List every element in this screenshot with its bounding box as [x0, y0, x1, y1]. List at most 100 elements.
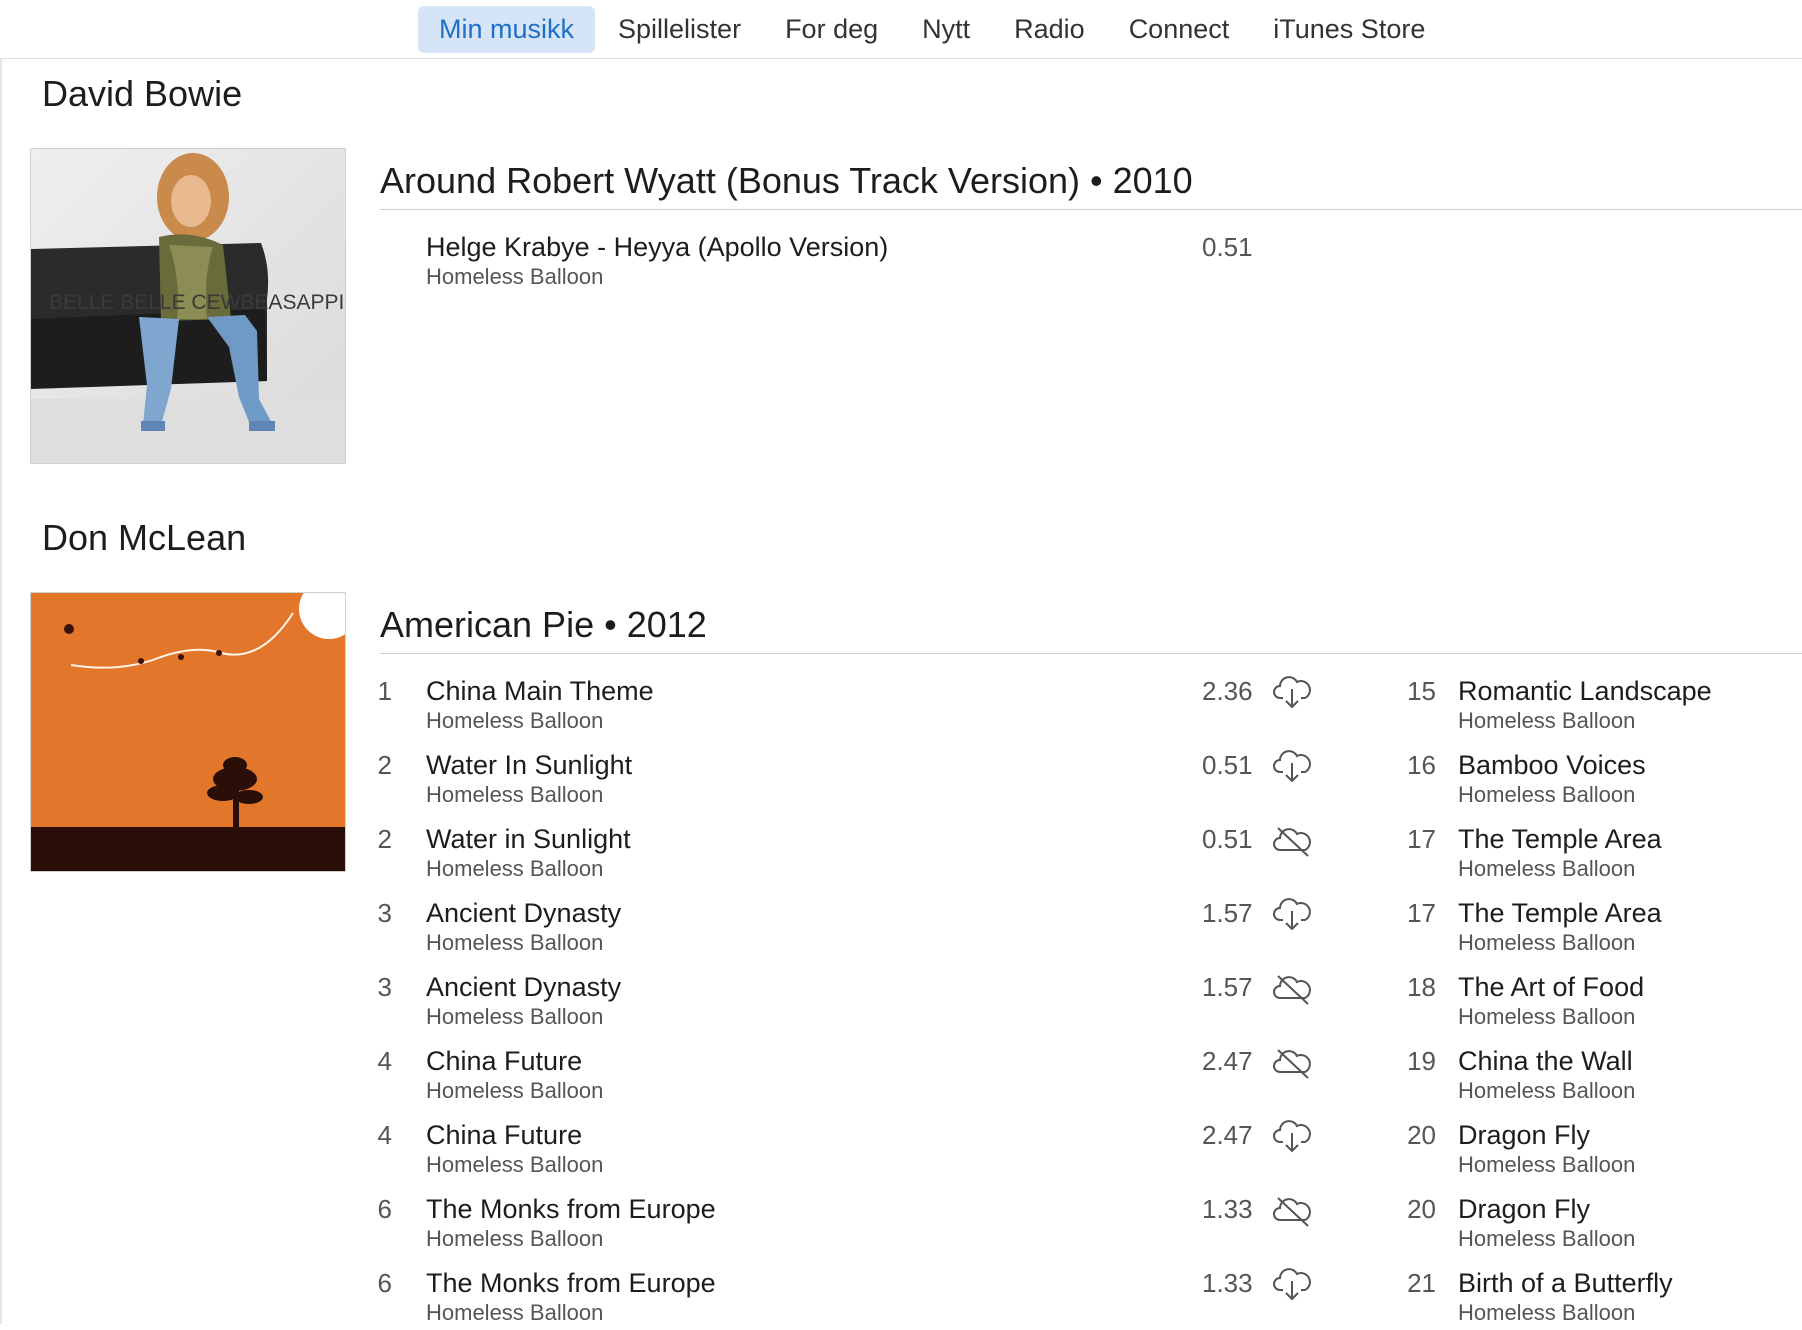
tab-nytt[interactable]: Nytt [901, 6, 991, 53]
track-number: 6 [377, 1194, 392, 1224]
track-artist: Homeless Balloon [1458, 708, 1636, 733]
track-number: 16 [1407, 750, 1436, 780]
artist-heading: David Bowie [42, 73, 243, 114]
cloud-download-icon[interactable] [1272, 1266, 1312, 1302]
track-name: Water In Sunlight [426, 750, 633, 780]
album-title[interactable]: Around Robert Wyatt (Bonus Track Version… [380, 160, 1193, 202]
album-cover-art: BELLE BELLE CEWBEASAPPIC [31, 149, 345, 463]
track-row[interactable]: 6 The Monks from Europe Homeless Balloon… [352, 1258, 1332, 1330]
track-number: 19 [1407, 1046, 1436, 1076]
track-number: 6 [377, 1268, 392, 1298]
track-artist: Homeless Balloon [1458, 1152, 1636, 1177]
track-name: Ancient Dynasty [426, 972, 622, 1002]
cloud-download-icon[interactable] [1272, 748, 1312, 784]
window-left-edge [0, 58, 2, 1324]
track-number: 2 [377, 824, 392, 854]
cloud-download-icon[interactable] [1272, 896, 1312, 932]
track-number: 3 [377, 972, 392, 1002]
track-artist: Homeless Balloon [426, 1152, 604, 1177]
cloud-download-icon[interactable] [1272, 674, 1312, 710]
track-artist: Homeless Balloon [426, 782, 604, 807]
track-name: China Future [426, 1046, 583, 1076]
track-name: The Monks from Europe [426, 1268, 716, 1298]
track-row[interactable]: 3 Ancient Dynasty Homeless Balloon 1.57 [352, 962, 1332, 1034]
track-duration: 1.33 [1202, 1268, 1253, 1298]
track-row[interactable]: 17 The Temple Area Homeless Balloon [1390, 888, 1790, 960]
track-row[interactable]: 3 Ancient Dynasty Homeless Balloon 1.57 [352, 888, 1332, 960]
track-artist: Homeless Balloon [426, 1226, 604, 1251]
track-duration: 2.36 [1202, 676, 1253, 706]
track-number: 15 [1407, 676, 1436, 706]
track-row[interactable]: 16 Bamboo Voices Homeless Balloon [1390, 740, 1790, 812]
track-number: 4 [377, 1046, 392, 1076]
track-name: The Temple Area [1458, 824, 1662, 854]
track-row[interactable]: 20 Dragon Fly Homeless Balloon [1390, 1110, 1790, 1182]
track-name: China Future [426, 1120, 583, 1150]
tab-radio[interactable]: Radio [993, 6, 1106, 53]
track-row[interactable]: 20 Dragon Fly Homeless Balloon [1390, 1184, 1790, 1256]
track-artist: Homeless Balloon [426, 930, 604, 955]
track-artist: Homeless Balloon [1458, 930, 1636, 955]
cloud-unavailable-icon[interactable] [1272, 822, 1312, 858]
tab-connect[interactable]: Connect [1108, 6, 1251, 53]
track-row[interactable]: Helge Krabye - Heyya (Apollo Version) Ho… [380, 222, 1280, 294]
nav-tabs: Min musikk Spillelister For deg Nytt Rad… [418, 0, 1448, 58]
tab-spillelister[interactable]: Spillelister [597, 6, 762, 53]
track-artist: Homeless Balloon [1458, 782, 1636, 807]
track-artist: Homeless Balloon [1458, 1078, 1636, 1103]
track-row[interactable]: 2 Water In Sunlight Homeless Balloon 0.5… [352, 740, 1332, 812]
album-cover-art [31, 593, 345, 871]
track-number: 17 [1407, 898, 1436, 928]
album-cover[interactable]: BELLE BELLE CEWBEASAPPIC [30, 148, 346, 464]
track-number: 20 [1407, 1194, 1436, 1224]
track-row[interactable]: 15 Romantic Landscape Homeless Balloon [1390, 666, 1790, 738]
track-number: 20 [1407, 1120, 1436, 1150]
album-cover-text: BELLE BELLE CEWBEASAPPIC [49, 291, 345, 314]
track-duration: 0.51 [1202, 824, 1253, 854]
track-number: 3 [377, 898, 392, 928]
track-artist: Homeless Balloon [426, 1300, 604, 1325]
track-row[interactable]: 1 China Main Theme Homeless Balloon 2.36 [352, 666, 1332, 738]
tab-itunes-store[interactable]: iTunes Store [1252, 6, 1446, 53]
track-name: China Main Theme [426, 676, 654, 706]
album-divider [380, 653, 1802, 654]
track-name: Helge Krabye - Heyya (Apollo Version) [426, 232, 889, 262]
track-name: China the Wall [1458, 1046, 1633, 1076]
track-duration: 1.57 [1202, 898, 1253, 928]
album-divider [380, 209, 1802, 210]
track-row[interactable]: 6 The Monks from Europe Homeless Balloon… [352, 1184, 1332, 1256]
track-row[interactable]: 19 China the Wall Homeless Balloon [1390, 1036, 1790, 1108]
track-artist: Homeless Balloon [426, 1004, 604, 1029]
track-number: 2 [377, 750, 392, 780]
tab-min-musikk[interactable]: Min musikk [418, 5, 596, 53]
track-artist: Homeless Balloon [1458, 1300, 1636, 1325]
track-name: Dragon Fly [1458, 1194, 1591, 1224]
track-number: 21 [1407, 1268, 1436, 1298]
track-number: 18 [1407, 972, 1436, 1002]
track-name: The Temple Area [1458, 898, 1662, 928]
track-row[interactable]: 21 Birth of a Butterfly Homeless Balloon [1390, 1258, 1790, 1330]
track-artist: Homeless Balloon [1458, 856, 1636, 881]
track-duration: 0.51 [1202, 232, 1253, 262]
track-row[interactable]: 17 The Temple Area Homeless Balloon [1390, 814, 1790, 886]
track-row[interactable]: 4 China Future Homeless Balloon 2.47 [352, 1036, 1332, 1108]
track-duration: 2.47 [1202, 1046, 1253, 1076]
track-row[interactable]: 2 Water in Sunlight Homeless Balloon 0.5… [352, 814, 1332, 886]
cloud-unavailable-icon[interactable] [1272, 1044, 1312, 1080]
track-artist: Homeless Balloon [1458, 1226, 1636, 1251]
track-duration: 1.33 [1202, 1194, 1253, 1224]
cloud-unavailable-icon[interactable] [1272, 970, 1312, 1006]
track-name: Dragon Fly [1458, 1120, 1591, 1150]
cloud-unavailable-icon[interactable] [1272, 1192, 1312, 1228]
track-row[interactable]: 4 China Future Homeless Balloon 2.47 [352, 1110, 1332, 1182]
track-duration: 2.47 [1202, 1120, 1253, 1150]
track-duration: 0.51 [1202, 750, 1253, 780]
album-cover[interactable] [30, 592, 346, 872]
cloud-download-icon[interactable] [1272, 1118, 1312, 1154]
track-artist: Homeless Balloon [426, 264, 604, 289]
track-row[interactable]: 18 The Art of Food Homeless Balloon [1390, 962, 1790, 1034]
track-artist: Homeless Balloon [426, 856, 604, 881]
track-name: Ancient Dynasty [426, 898, 622, 928]
album-title[interactable]: American Pie • 2012 [380, 604, 707, 646]
tab-for-deg[interactable]: For deg [764, 6, 899, 53]
